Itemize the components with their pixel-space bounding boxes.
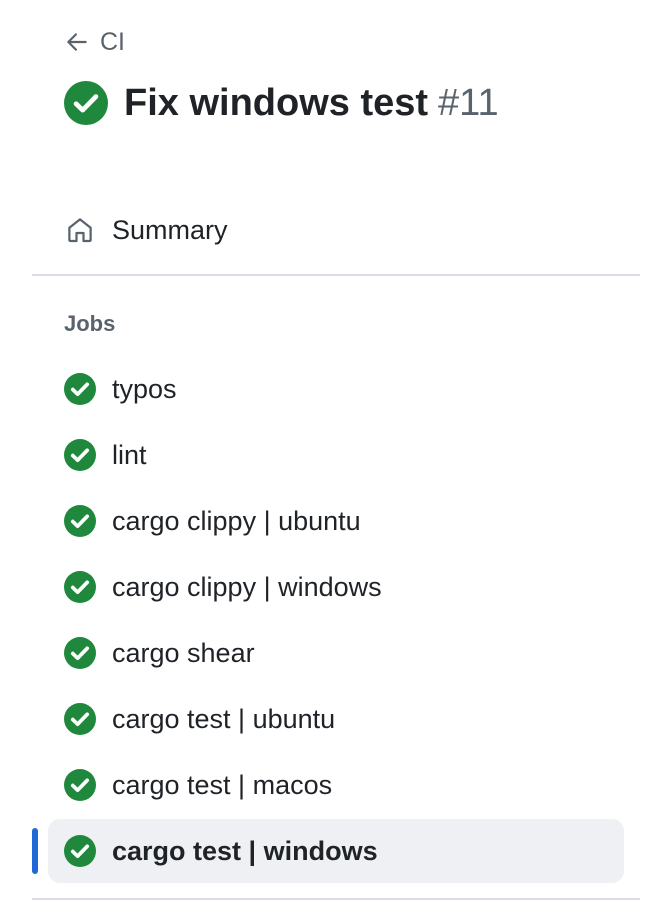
check-circle-fill-icon [64, 571, 96, 603]
run-number: #11 [438, 81, 499, 124]
arrow-left-icon [64, 29, 90, 55]
nav-summary[interactable]: Summary [48, 206, 624, 254]
job-item[interactable]: cargo clippy | ubuntu [0, 488, 672, 554]
back-link[interactable]: CI [64, 24, 125, 60]
job-item[interactable]: cargo test | ubuntu [0, 686, 672, 752]
check-circle-fill-icon [64, 835, 96, 867]
check-circle-fill-icon [64, 769, 96, 801]
run-title: Fix windows test [124, 81, 429, 124]
check-circle-fill-icon [64, 373, 96, 405]
job-item[interactable]: lint [0, 422, 672, 488]
back-link-label: CI [100, 27, 125, 56]
active-indicator [32, 828, 38, 874]
check-circle-fill-icon [64, 81, 108, 125]
home-icon [64, 214, 96, 246]
check-circle-fill-icon [64, 637, 96, 669]
job-label: lint [112, 440, 147, 470]
job-item[interactable]: cargo test | macos [0, 752, 672, 818]
job-item[interactable]: cargo shear [0, 620, 672, 686]
job-item[interactable]: typos [0, 356, 672, 422]
jobs-heading: Jobs [64, 311, 116, 336]
job-label: cargo clippy | ubuntu [112, 506, 361, 536]
job-label: typos [112, 374, 177, 404]
run-title-row: Fix windows test #11 [64, 78, 499, 128]
job-label: cargo test | windows [112, 836, 378, 866]
job-label: cargo shear [112, 638, 255, 668]
job-label: cargo test | macos [112, 770, 333, 800]
check-circle-fill-icon [64, 703, 96, 735]
job-label: cargo test | ubuntu [112, 704, 336, 734]
job-item[interactable]: cargo clippy | windows [0, 554, 672, 620]
nav-summary-label: Summary [112, 214, 228, 245]
job-item[interactable]: cargo test | windows [0, 818, 672, 884]
check-circle-fill-icon [64, 505, 96, 537]
divider [32, 274, 640, 276]
divider [32, 898, 640, 900]
jobs-list: typos lint cargo clippy | ubuntu cargo clip… [0, 356, 672, 884]
job-label: cargo clippy | windows [112, 572, 382, 602]
check-circle-fill-icon [64, 439, 96, 471]
